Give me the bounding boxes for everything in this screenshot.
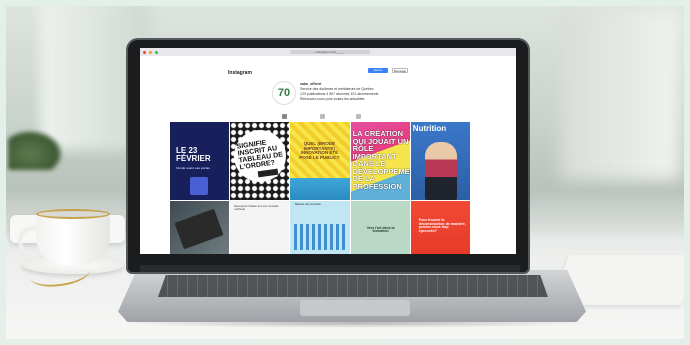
post-subtitle: l'école ouvre ses portes <box>176 166 211 170</box>
posts-grid: LE 23 FÉVRIER l'école ouvre ses portes S… <box>170 122 470 254</box>
blurred-window-right <box>560 10 680 180</box>
person-photo <box>424 142 457 200</box>
address-bar[interactable]: instagram.com/_____ <box>290 50 370 54</box>
message-button[interactable]: Message <box>392 68 408 73</box>
profile-line: Retrouvez-nous pour toutes les actualité… <box>300 97 365 101</box>
post-title: QUEL (BRODÉ IMPORTANTE) INNOVATION ÉTÉ P… <box>299 141 340 160</box>
follow-button[interactable]: Suivre <box>368 68 388 73</box>
post-text: Tableau des résultats <box>294 201 321 206</box>
post-text: Vers l'art dans la formation <box>366 225 395 234</box>
grid-tab-icon[interactable] <box>282 114 287 119</box>
post-tile[interactable]: LA CRÉATION QUI JOUAIT UN RÔLE IMPORTANT… <box>350 122 410 200</box>
post-tile[interactable]: QUEL (BRODÉ IMPORTANTE) INNOVATION ÉTÉ P… <box>290 122 350 200</box>
post-tile[interactable]: Nutrition <box>410 122 470 200</box>
post-title: LE 23 FÉVRIER <box>176 146 211 163</box>
coffee-cup <box>36 213 110 265</box>
message-label: Message <box>393 69 407 73</box>
calculator-photo <box>174 208 224 250</box>
laptop-keyboard <box>158 275 548 297</box>
post-tile[interactable] <box>170 200 230 254</box>
bar-graphic <box>294 223 349 250</box>
cup-rim <box>36 209 110 219</box>
follow-label: Suivre <box>373 68 383 72</box>
post-tile[interactable]: Découvrez l'atelier sur une nouvelle mét… <box>230 200 290 254</box>
post-text: Découvrez l'atelier sur une nouvelle mét… <box>234 203 279 211</box>
laptop-trackpad <box>300 300 410 316</box>
wave-graphic <box>290 177 350 200</box>
post-text: Pour trouver la déconstruction de manièr… <box>418 217 466 233</box>
calendar-icon <box>190 177 208 195</box>
post-title: LA CRÉATION QUI JOUAIT UN RÔLE IMPORTANT… <box>352 129 410 191</box>
profile-info: sabo_officiel Service des diplômés et mé… <box>300 82 420 102</box>
post-tile[interactable]: SIGNIFIE INSCRIT AU TABLEAU DE L'ORDRE? <box>230 122 290 200</box>
post-tile[interactable]: Pour trouver la déconstruction de manièr… <box>410 200 470 254</box>
laptop-hinge <box>140 265 520 272</box>
photo-scene: instagram.com/_____ Instagram 70 sabo_of… <box>0 0 690 345</box>
post-tile[interactable]: Vers l'art dans la formation <box>350 200 410 254</box>
post-title: Nutrition <box>412 124 447 133</box>
reels-tab-icon[interactable] <box>320 114 325 119</box>
profile-avatar[interactable]: 70 <box>272 81 296 105</box>
tagged-tab-icon[interactable] <box>356 114 361 119</box>
minimize-dot-icon[interactable] <box>149 50 152 54</box>
post-tile[interactable]: LE 23 FÉVRIER l'école ouvre ses portes <box>170 122 230 200</box>
close-dot-icon[interactable] <box>143 50 146 54</box>
post-tile[interactable]: Tableau des résultats <box>290 200 350 254</box>
instagram-logo[interactable]: Instagram <box>228 70 252 76</box>
browser-toolbar: instagram.com/_____ <box>140 48 516 56</box>
maximize-dot-icon[interactable] <box>155 50 158 54</box>
plant <box>8 130 63 170</box>
laptop-screen: instagram.com/_____ Instagram 70 sabo_of… <box>140 48 516 254</box>
